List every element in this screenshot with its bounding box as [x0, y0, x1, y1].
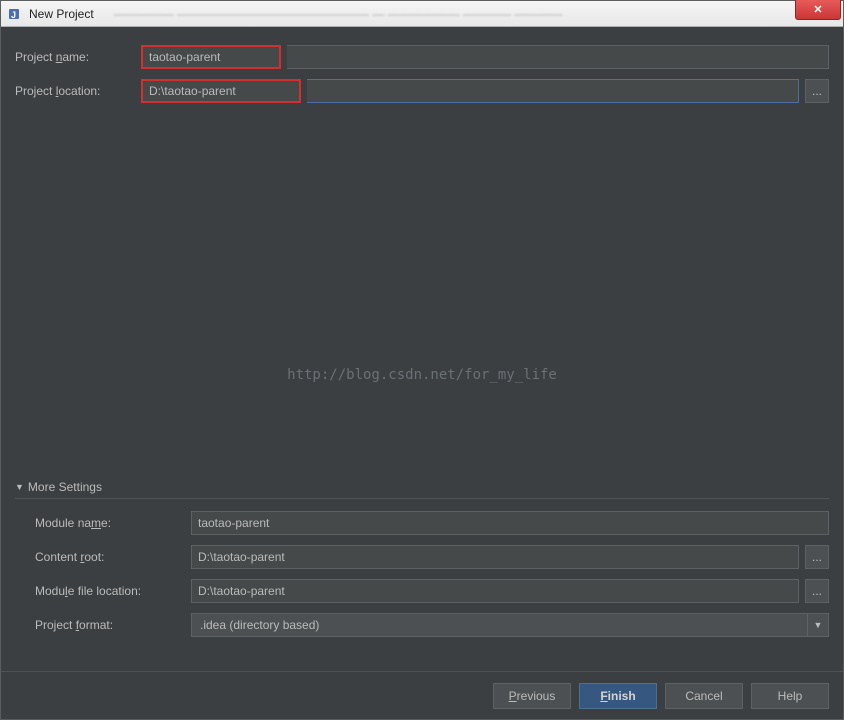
project-name-label: Project name: — [15, 50, 135, 64]
svg-text:J: J — [11, 10, 16, 20]
chevron-down-icon: ▼ — [15, 482, 24, 492]
more-settings-label: More Settings — [28, 480, 102, 494]
project-name-input[interactable] — [141, 45, 281, 69]
project-location-row: Project location: ... — [15, 79, 829, 103]
project-format-label: Project format: — [35, 618, 185, 632]
close-icon: ✕ — [813, 3, 822, 16]
more-settings-section: ▼ More Settings Module name: Content roo… — [15, 476, 829, 661]
more-settings-toggle[interactable]: ▼ More Settings — [15, 476, 829, 499]
previous-button[interactable]: Previous — [493, 683, 571, 709]
content-root-browse-button[interactable]: ... — [805, 545, 829, 569]
close-button[interactable]: ✕ — [795, 0, 841, 20]
project-location-input-ext[interactable] — [307, 79, 799, 103]
window-title: New Project — [29, 7, 94, 21]
content-root-row: Content root: ... — [35, 545, 829, 569]
project-format-row: Project format: .idea (directory based) … — [35, 613, 829, 637]
content-root-input[interactable] — [191, 545, 799, 569]
module-name-input[interactable] — [191, 511, 829, 535]
content-root-label: Content root: — [35, 550, 185, 564]
finish-button[interactable]: Finish — [579, 683, 657, 709]
watermark-text: http://blog.csdn.net/for_my_life — [287, 367, 557, 383]
new-project-dialog: J New Project ————— ———————————————— — —… — [0, 0, 844, 720]
project-format-select[interactable]: .idea (directory based) ▼ — [191, 613, 829, 637]
project-name-input-ext[interactable] — [287, 45, 829, 69]
module-name-label: Module name: — [35, 516, 185, 530]
project-location-input[interactable] — [141, 79, 301, 103]
cancel-button[interactable]: Cancel — [665, 683, 743, 709]
module-file-location-row: Module file location: ... — [35, 579, 829, 603]
more-settings-body: Module name: Content root: ... Module fi… — [15, 499, 829, 661]
module-file-location-label: Module file location: — [35, 584, 185, 598]
module-file-location-browse-button[interactable]: ... — [805, 579, 829, 603]
dialog-content: Project name: Project location: ... http… — [1, 27, 843, 671]
project-location-label: Project location: — [15, 84, 135, 98]
module-file-location-input[interactable] — [191, 579, 799, 603]
dialog-footer: Previous Finish Cancel Help — [1, 671, 843, 719]
app-icon: J — [7, 6, 23, 22]
titlebar-blurred-text: ————— ———————————————— — —————— ———— ———… — [114, 7, 563, 21]
project-location-browse-button[interactable]: ... — [805, 79, 829, 103]
project-format-value: .idea (directory based) — [191, 613, 829, 637]
help-button[interactable]: Help — [751, 683, 829, 709]
project-name-row: Project name: — [15, 45, 829, 69]
titlebar: J New Project ————— ———————————————— — —… — [1, 1, 843, 27]
chevron-down-icon: ▼ — [807, 613, 829, 637]
module-name-row: Module name: — [35, 511, 829, 535]
